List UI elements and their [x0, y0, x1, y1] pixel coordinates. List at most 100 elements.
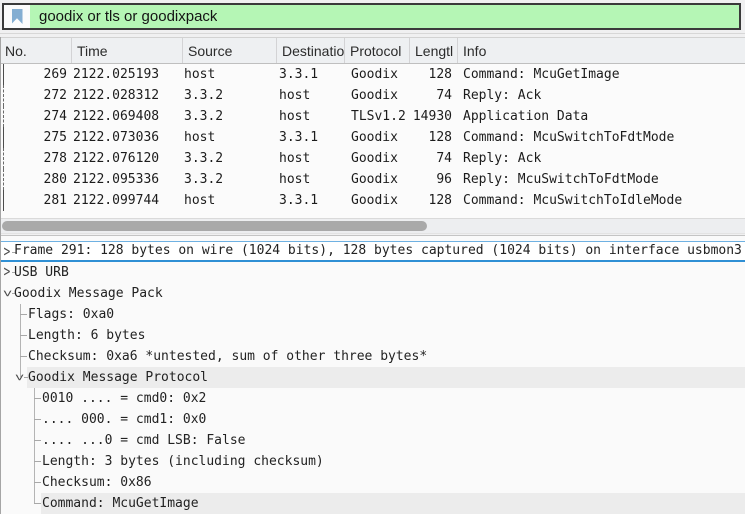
cell-time: 2122.073036	[73, 130, 160, 145]
tree-item-flags[interactable]: Flags: 0xa0	[0, 304, 745, 325]
cell-time: 2122.099744	[73, 193, 160, 208]
cell-info: Command: McuSwitchToFdtMode	[463, 130, 675, 145]
cell-length: 128	[428, 193, 452, 208]
cell-protocol: Goodix	[351, 193, 398, 208]
cell-source: 3.3.2	[184, 151, 224, 166]
tree-branch-line	[34, 482, 41, 483]
cell-protocol: Goodix	[351, 151, 398, 166]
cell-info: Command: McuSwitchToIdleMode	[463, 193, 683, 208]
display-filter-bar[interactable]: goodix or tls or goodixpack	[2, 3, 741, 30]
filter-bookmark-button[interactable]	[4, 5, 30, 28]
column-header-length[interactable]: Lengtl	[410, 38, 458, 63]
tree-item-pack-checksum[interactable]: Checksum: 0xa6 *untested, sum of other t…	[0, 346, 745, 367]
cell-time: 2122.095336	[73, 172, 160, 187]
cell-source: host	[184, 193, 216, 208]
tree-item-label: Flags: 0xa0	[28, 307, 115, 322]
related-packet-marker	[3, 190, 4, 211]
tree-item-proto-length[interactable]: Length: 3 bytes (including checksum)	[0, 451, 745, 472]
tree-item-label: .... ...0 = cmd LSB: False	[42, 433, 246, 448]
related-packet-marker	[3, 127, 4, 148]
cell-length: 14930	[412, 109, 452, 124]
cell-protocol: Goodix	[351, 67, 398, 82]
horizontal-scrollbar[interactable]	[0, 218, 745, 234]
tree-item-label: Goodix Message Pack	[14, 286, 163, 301]
tree-item-goodix-message-protocol[interactable]: Goodix Message Protocol	[0, 367, 745, 388]
cell-no: 272	[43, 88, 67, 103]
packet-row-272[interactable]: 272 2122.028312 3.3.2 host Goodix 74 Rep…	[0, 85, 745, 106]
cell-length: 74	[436, 151, 452, 166]
tree-item-frame[interactable]: Frame 291: 128 bytes on wire (1024 bits)…	[0, 241, 745, 262]
cell-destination: host	[279, 88, 311, 103]
tree-item-label: Goodix Message Protocol	[28, 370, 209, 385]
cell-length: 96	[436, 172, 452, 187]
chevron-down-icon[interactable]	[2, 283, 16, 304]
cell-no: 274	[43, 109, 67, 124]
column-header-protocol[interactable]: Protocol	[345, 38, 410, 63]
cell-length: 74	[436, 88, 452, 103]
display-filter-input[interactable]: goodix or tls or goodixpack	[30, 5, 217, 28]
packet-row-281[interactable]: 281 2122.099744 host 3.3.1 Goodix 128 Co…	[0, 190, 745, 211]
tree-branch-line	[20, 335, 27, 336]
related-packet-marker	[3, 64, 4, 85]
cell-source: 3.3.2	[184, 172, 224, 187]
cell-protocol: Goodix	[351, 88, 398, 103]
column-header-source[interactable]: Source	[183, 38, 277, 63]
packet-details-pane: Frame 291: 128 bytes on wire (1024 bits)…	[0, 235, 745, 514]
window-left-edge	[0, 37, 1, 514]
tree-item-cmd-lsb[interactable]: .... ...0 = cmd LSB: False	[0, 430, 745, 451]
related-packet-marker	[3, 169, 4, 190]
tree-branch-line	[20, 314, 27, 315]
tree-item-cmd0[interactable]: 0010 .... = cmd0: 0x2	[0, 388, 745, 409]
cell-source: 3.3.2	[184, 109, 224, 124]
cell-destination: 3.3.1	[279, 193, 319, 208]
toolbar-separator	[0, 33, 745, 34]
tree-item-usb-urb[interactable]: USB URB	[0, 262, 745, 283]
packet-row-269[interactable]: 269 2122.025193 host 3.3.1 Goodix 128 Co…	[0, 64, 745, 85]
packet-row-275[interactable]: 275 2122.073036 host 3.3.1 Goodix 128 Co…	[0, 127, 745, 148]
column-header-info[interactable]: Info	[458, 38, 745, 63]
tree-branch-line	[34, 398, 41, 399]
cell-source: 3.3.2	[184, 88, 224, 103]
cell-protocol: Goodix	[351, 172, 398, 187]
chevron-right-icon[interactable]	[2, 262, 16, 283]
tree-branch-line	[34, 461, 41, 462]
cell-source: host	[184, 67, 216, 82]
packet-row-278[interactable]: 278 2122.076120 3.3.2 host Goodix 74 Rep…	[0, 148, 745, 169]
tree-branch-line	[34, 440, 41, 441]
tree-item-proto-checksum[interactable]: Checksum: 0x86	[0, 472, 745, 493]
packet-row-274[interactable]: 274 2122.069408 3.3.2 host TLSv1.2 14930…	[0, 106, 745, 127]
cell-destination: host	[279, 151, 311, 166]
cell-time: 2122.076120	[73, 151, 160, 166]
cell-info: Application Data	[463, 109, 589, 124]
chevron-down-icon[interactable]	[14, 367, 28, 388]
cell-info: Reply: Ack	[463, 88, 542, 103]
cell-info: Reply: McuSwitchToFdtMode	[463, 172, 659, 187]
tree-item-label: Command: McuGetImage	[42, 496, 199, 511]
tree-item-pack-length[interactable]: Length: 6 bytes	[0, 325, 745, 346]
cell-destination: 3.3.1	[279, 130, 319, 145]
column-header-destination[interactable]: Destination	[277, 38, 345, 63]
packet-row-280[interactable]: 280 2122.095336 3.3.2 host Goodix 96 Rep…	[0, 169, 745, 190]
tree-item-label: Frame 291: 128 bytes on wire (1024 bits)…	[14, 243, 742, 258]
tree-item-cmd1[interactable]: .... 000. = cmd1: 0x0	[0, 409, 745, 430]
tree-item-goodix-message-pack[interactable]: Goodix Message Pack	[0, 283, 745, 304]
cell-no: 269	[43, 67, 67, 82]
tree-item-label: USB URB	[14, 265, 69, 280]
cell-length: 128	[428, 67, 452, 82]
bookmark-icon	[11, 9, 23, 24]
column-header-time[interactable]: Time	[72, 38, 183, 63]
tree-branch-line	[20, 356, 27, 357]
cell-no: 280	[43, 172, 67, 187]
horizontal-scrollbar-thumb[interactable]	[2, 221, 427, 231]
column-header-no[interactable]: No.	[0, 38, 72, 63]
cell-destination: 3.3.1	[279, 67, 319, 82]
cell-length: 128	[428, 130, 452, 145]
cell-source: host	[184, 130, 216, 145]
cell-no: 278	[43, 151, 67, 166]
cell-time: 2122.028312	[73, 88, 160, 103]
cell-protocol: Goodix	[351, 130, 398, 145]
tree-branch-line	[34, 503, 41, 504]
tree-item-command[interactable]: Command: McuGetImage	[0, 493, 745, 514]
cell-protocol: TLSv1.2	[351, 109, 406, 124]
tree-branch-line	[34, 419, 41, 420]
